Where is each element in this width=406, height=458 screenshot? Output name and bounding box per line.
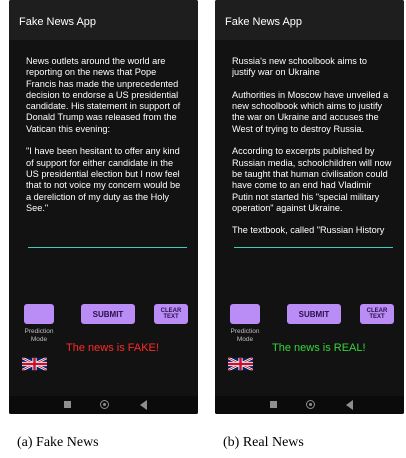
news-text-input[interactable]: News outlets around the world are report… bbox=[26, 56, 186, 246]
android-nav-bar bbox=[215, 396, 404, 414]
prediction-mode-label: Prediction Mode bbox=[24, 328, 54, 343]
prediction-mode-label: Prediction Mode bbox=[230, 328, 260, 343]
text-input-underline bbox=[28, 247, 187, 248]
back-icon[interactable] bbox=[140, 400, 147, 410]
prediction-result: The news is REAL! bbox=[272, 342, 366, 354]
submit-button[interactable]: SUBMIT bbox=[287, 304, 341, 324]
app-bar: Fake News App bbox=[215, 0, 404, 40]
recent-apps-icon[interactable] bbox=[270, 401, 277, 408]
prediction-result: The news is FAKE! bbox=[66, 342, 159, 354]
caption-real-news: (b) Real News bbox=[223, 435, 304, 450]
clear-text-button[interactable]: CLEAR TEXT bbox=[360, 304, 394, 324]
prediction-mode-button[interactable] bbox=[24, 304, 54, 324]
android-nav-bar bbox=[9, 396, 198, 414]
news-text-input[interactable]: Russia's new schoolbook aims to justify … bbox=[232, 56, 392, 246]
caption-fake-news: (a) Fake News bbox=[17, 435, 99, 450]
app-title: Fake News App bbox=[19, 16, 97, 28]
phone-screen-fake: Fake News App News outlets around the wo… bbox=[9, 0, 198, 414]
uk-flag-icon[interactable] bbox=[22, 356, 47, 372]
back-icon[interactable] bbox=[346, 400, 353, 410]
uk-flag-icon[interactable] bbox=[228, 356, 253, 372]
app-title: Fake News App bbox=[225, 16, 303, 28]
phone-screen-real: Fake News App Russia's new schoolbook ai… bbox=[215, 0, 404, 414]
home-icon[interactable] bbox=[100, 400, 109, 409]
app-bar: Fake News App bbox=[9, 0, 198, 40]
home-icon[interactable] bbox=[306, 400, 315, 409]
text-input-underline bbox=[234, 247, 393, 248]
prediction-mode-button[interactable] bbox=[230, 304, 260, 324]
recent-apps-icon[interactable] bbox=[64, 401, 71, 408]
submit-button[interactable]: SUBMIT bbox=[81, 304, 135, 324]
clear-text-button[interactable]: CLEAR TEXT bbox=[154, 304, 188, 324]
